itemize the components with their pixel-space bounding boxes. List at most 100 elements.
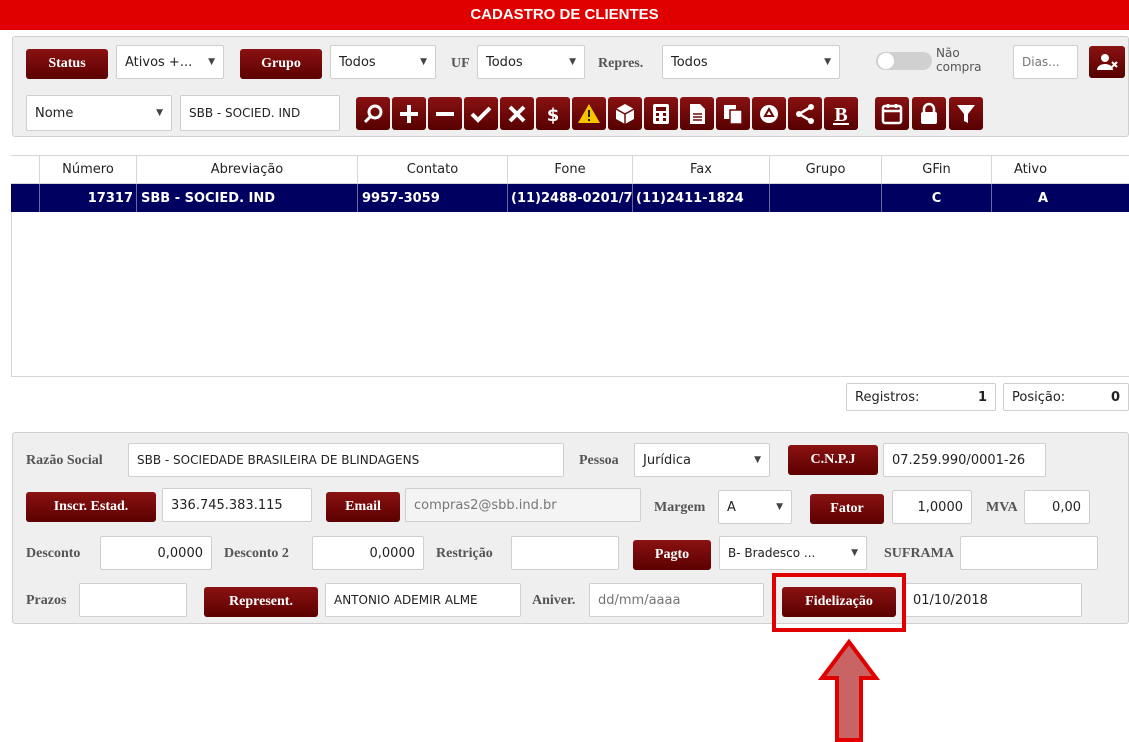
plus-icon bbox=[400, 104, 418, 123]
remove-button[interactable] bbox=[428, 97, 462, 130]
products-button[interactable] bbox=[608, 97, 642, 130]
suframa-input[interactable] bbox=[960, 536, 1098, 570]
share-button[interactable] bbox=[788, 97, 822, 130]
col-ativo[interactable]: Ativo bbox=[992, 156, 1129, 183]
represent-input[interactable]: ANTONIO ADEMIR ALME bbox=[325, 583, 521, 617]
nao-compra-toggle[interactable] bbox=[876, 52, 932, 70]
fator-input[interactable]: 1,0000 bbox=[892, 490, 972, 524]
dias-input[interactable] bbox=[1013, 45, 1078, 79]
desconto2-input[interactable]: 0,0000 bbox=[312, 536, 424, 570]
calculator-icon bbox=[653, 103, 669, 124]
nao-compra-line1: Não bbox=[936, 46, 960, 60]
uf-select[interactable]: Todos ▼ bbox=[477, 45, 585, 79]
pagto-select-value: B- Bradesco ... bbox=[728, 546, 816, 560]
check-icon bbox=[470, 106, 492, 123]
inscr-estad-button[interactable]: Inscr. Estad. bbox=[26, 492, 156, 522]
aniver-input[interactable] bbox=[589, 583, 764, 617]
up-arrow-icon bbox=[818, 638, 880, 742]
cell-numero: 17317 bbox=[40, 184, 137, 212]
calendar-icon bbox=[881, 103, 903, 124]
document-icon bbox=[690, 103, 705, 124]
grid-empty-area bbox=[11, 212, 1129, 377]
col-numero[interactable]: Número bbox=[40, 156, 137, 183]
search-button[interactable] bbox=[356, 97, 390, 130]
search-field-select[interactable]: Nome ▼ bbox=[26, 95, 172, 131]
registros-box: Registros: 1 bbox=[846, 383, 996, 411]
fator-button[interactable]: Fator bbox=[810, 494, 884, 524]
window-title: CADASTRO DE CLIENTES bbox=[0, 0, 1129, 30]
finance-button[interactable]: $ bbox=[536, 97, 570, 130]
uf-label: UF bbox=[451, 56, 470, 71]
svg-text:B: B bbox=[834, 104, 847, 126]
recycle-button[interactable] bbox=[752, 97, 786, 130]
col-abreviacao[interactable]: Abreviação bbox=[137, 156, 358, 183]
chevron-down-icon: ▼ bbox=[851, 548, 858, 558]
cell-contato: 9957-3059 bbox=[358, 184, 508, 212]
chevron-down-icon: ▼ bbox=[569, 57, 576, 67]
confirm-button[interactable] bbox=[464, 97, 498, 130]
razao-social-input[interactable]: SBB - SOCIEDADE BRASILEIRA DE BLINDAGENS bbox=[128, 443, 564, 477]
repres-label: Repres. bbox=[598, 56, 644, 71]
row-indicator bbox=[11, 184, 40, 212]
highlight-box bbox=[772, 573, 906, 632]
grupo-select[interactable]: Todos ▼ bbox=[330, 45, 436, 79]
chevron-down-icon: ▼ bbox=[208, 57, 215, 67]
search-icon bbox=[363, 104, 383, 123]
status-select[interactable]: Ativos +... ▼ bbox=[116, 45, 224, 79]
uf-select-value: Todos bbox=[486, 54, 523, 70]
chevron-down-icon: ▼ bbox=[156, 108, 163, 118]
user-remove-button[interactable] bbox=[1089, 46, 1125, 78]
fidelizacao-input[interactable]: 01/10/2018 bbox=[904, 583, 1082, 617]
calendar-button[interactable] bbox=[875, 97, 909, 130]
cancel-button[interactable] bbox=[500, 97, 534, 130]
user-x-icon bbox=[1097, 54, 1118, 70]
bold-button[interactable]: B bbox=[824, 97, 858, 130]
svg-text:$: $ bbox=[547, 105, 560, 126]
col-gfin[interactable]: GFin bbox=[882, 156, 992, 183]
grupo-select-value: Todos bbox=[339, 54, 376, 70]
email-button[interactable]: Email bbox=[326, 492, 400, 522]
search-field-value: Nome bbox=[35, 105, 74, 121]
cnpj-button[interactable]: C.N.P.J bbox=[788, 445, 878, 475]
pessoa-select[interactable]: Jurídica ▼ bbox=[634, 443, 770, 477]
posicao-label: Posição: bbox=[1012, 389, 1066, 405]
desconto-label: Desconto bbox=[26, 546, 81, 561]
copy-icon bbox=[724, 104, 743, 125]
inscr-estad-input[interactable]: 336.745.383.115 bbox=[162, 488, 312, 522]
document-button[interactable] bbox=[680, 97, 714, 130]
margem-select-value: A bbox=[727, 499, 736, 515]
repres-select-value: Todos bbox=[671, 54, 708, 70]
desconto-input[interactable]: 0,0000 bbox=[100, 536, 212, 570]
margem-select[interactable]: A ▼ bbox=[718, 490, 792, 524]
pagto-button[interactable]: Pagto bbox=[633, 540, 711, 570]
prazos-input[interactable] bbox=[79, 583, 187, 617]
copy-button[interactable] bbox=[716, 97, 750, 130]
cell-ativo: A bbox=[1038, 190, 1049, 206]
represent-button[interactable]: Represent. bbox=[204, 587, 318, 617]
status-button[interactable]: Status bbox=[26, 49, 108, 79]
mva-input[interactable]: 0,00 bbox=[1024, 490, 1090, 524]
minus-icon bbox=[436, 111, 454, 116]
col-fax[interactable]: Fax bbox=[633, 156, 770, 183]
warning-button[interactable] bbox=[572, 97, 606, 130]
filter-button[interactable] bbox=[949, 97, 983, 130]
repres-select[interactable]: Todos ▼ bbox=[662, 45, 840, 79]
pagto-select[interactable]: B- Bradesco ... ▼ bbox=[719, 536, 867, 570]
email-input[interactable]: compras2@sbb.ind.br bbox=[405, 488, 641, 522]
lock-button[interactable] bbox=[912, 97, 946, 130]
registros-value: 1 bbox=[977, 389, 987, 405]
add-button[interactable] bbox=[392, 97, 426, 130]
grupo-button[interactable]: Grupo bbox=[240, 49, 322, 79]
col-grupo[interactable]: Grupo bbox=[770, 156, 882, 183]
restricao-label: Restrição bbox=[436, 546, 493, 561]
calculator-button[interactable] bbox=[644, 97, 678, 130]
nao-compra-label: Não compra bbox=[936, 46, 982, 74]
cnpj-input[interactable]: 07.259.990/0001-26 bbox=[883, 443, 1046, 477]
search-input[interactable]: SBB - SOCIED. IND bbox=[180, 95, 340, 131]
col-contato[interactable]: Contato bbox=[358, 156, 508, 183]
box-icon bbox=[615, 103, 635, 124]
nao-compra-line2: compra bbox=[936, 60, 982, 74]
table-row[interactable]: 17317 SBB - SOCIED. IND 9957-3059 (11)24… bbox=[11, 184, 1129, 212]
restricao-input[interactable] bbox=[511, 536, 619, 570]
col-fone[interactable]: Fone bbox=[508, 156, 633, 183]
